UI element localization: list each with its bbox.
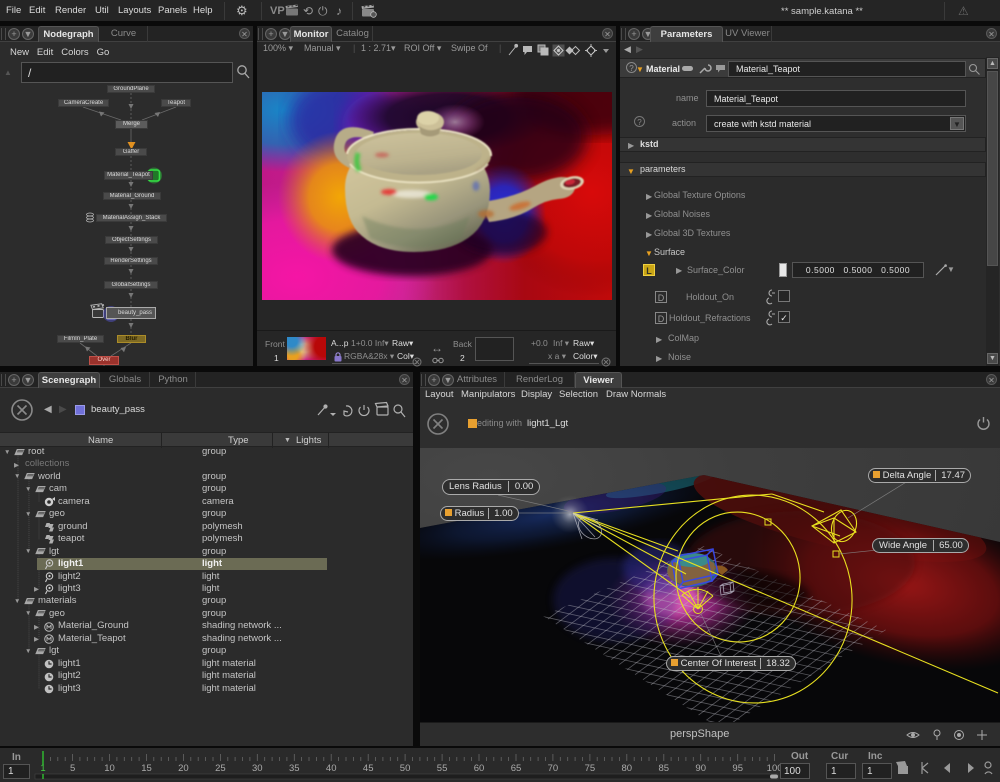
svg-text:5: 5 — [70, 763, 75, 774]
svg-text:15: 15 — [141, 763, 152, 774]
svg-text:10: 10 — [104, 763, 115, 774]
svg-text:60: 60 — [474, 763, 485, 774]
svg-text:65: 65 — [511, 763, 522, 774]
svg-text:45: 45 — [363, 763, 374, 774]
svg-text:20: 20 — [178, 763, 189, 774]
svg-text:90: 90 — [695, 763, 706, 774]
svg-text:85: 85 — [659, 763, 670, 774]
svg-text:35: 35 — [289, 763, 300, 774]
svg-text:55: 55 — [437, 763, 448, 774]
svg-text:95: 95 — [732, 763, 743, 774]
svg-text:40: 40 — [326, 763, 337, 774]
svg-text:30: 30 — [252, 763, 263, 774]
svg-text:25: 25 — [215, 763, 226, 774]
svg-text:80: 80 — [622, 763, 633, 774]
svg-text:70: 70 — [548, 763, 559, 774]
svg-text:50: 50 — [400, 763, 411, 774]
svg-text:75: 75 — [585, 763, 596, 774]
svg-text:1: 1 — [40, 763, 45, 774]
